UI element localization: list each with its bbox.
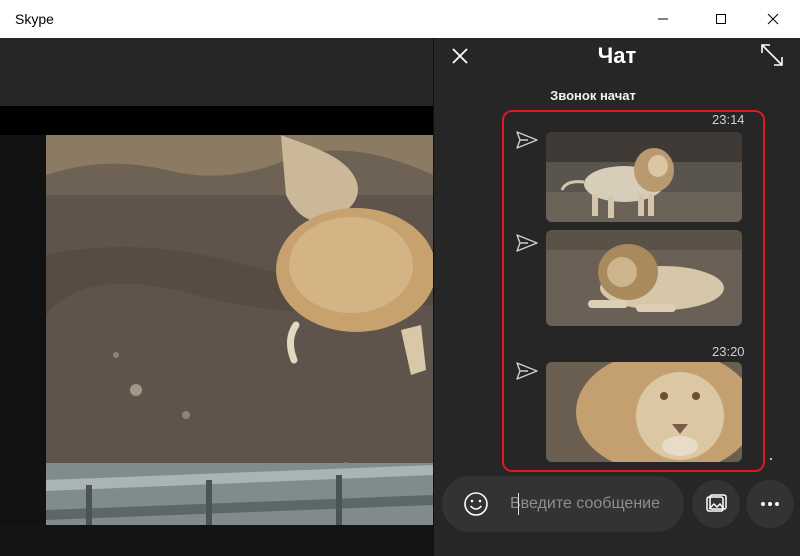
scroll-indicator: [770, 458, 772, 460]
message-timestamp: 23:14: [712, 112, 745, 127]
message-image-lion-closeup[interactable]: [546, 362, 742, 462]
minimize-icon: [658, 18, 668, 20]
video-call-area[interactable]: [0, 38, 433, 556]
chat-panel: Чат Звонок начат 23:14 23:20 Введите соо…: [434, 38, 800, 556]
video-feed-image: [46, 135, 433, 525]
video-letterbox-bottom: [0, 525, 433, 556]
video-letterbox-top: [0, 106, 433, 135]
image-icon: [706, 494, 727, 512]
window-title: Skype: [15, 11, 54, 27]
video-feed[interactable]: [46, 135, 433, 525]
message-timestamp: 23:20: [712, 344, 745, 359]
lion-standing-image: [546, 132, 742, 222]
text-caret: [518, 493, 519, 515]
more-options-button[interactable]: [746, 480, 794, 528]
expand-icon: [761, 44, 783, 66]
maximize-button[interactable]: [698, 0, 744, 38]
send-media-button[interactable]: [692, 480, 740, 528]
send-icon: [516, 131, 538, 149]
more-icon: [761, 502, 779, 506]
minimize-button[interactable]: [640, 0, 686, 38]
maximize-icon: [716, 14, 726, 24]
video-letterbox-side: [0, 135, 46, 525]
window-close-button[interactable]: [750, 0, 796, 38]
chat-title: Чат: [597, 43, 637, 68]
send-icon: [516, 362, 538, 380]
message-image-lion-standing[interactable]: [546, 132, 742, 222]
lion-closeup-image: [546, 362, 742, 462]
message-image-lion-lying[interactable]: [546, 230, 742, 326]
close-icon: [767, 13, 779, 25]
window-titlebar: Skype: [0, 0, 800, 38]
message-input[interactable]: [510, 492, 680, 516]
emoji-icon: [464, 492, 488, 516]
emoji-button[interactable]: [462, 490, 490, 518]
call-started-label: Звонок начат: [550, 88, 636, 103]
video-top-bar: [0, 38, 433, 106]
expand-chat-button[interactable]: [760, 43, 784, 67]
send-icon: [516, 234, 538, 252]
lion-lying-image: [546, 230, 742, 326]
message-composer: [442, 476, 684, 532]
